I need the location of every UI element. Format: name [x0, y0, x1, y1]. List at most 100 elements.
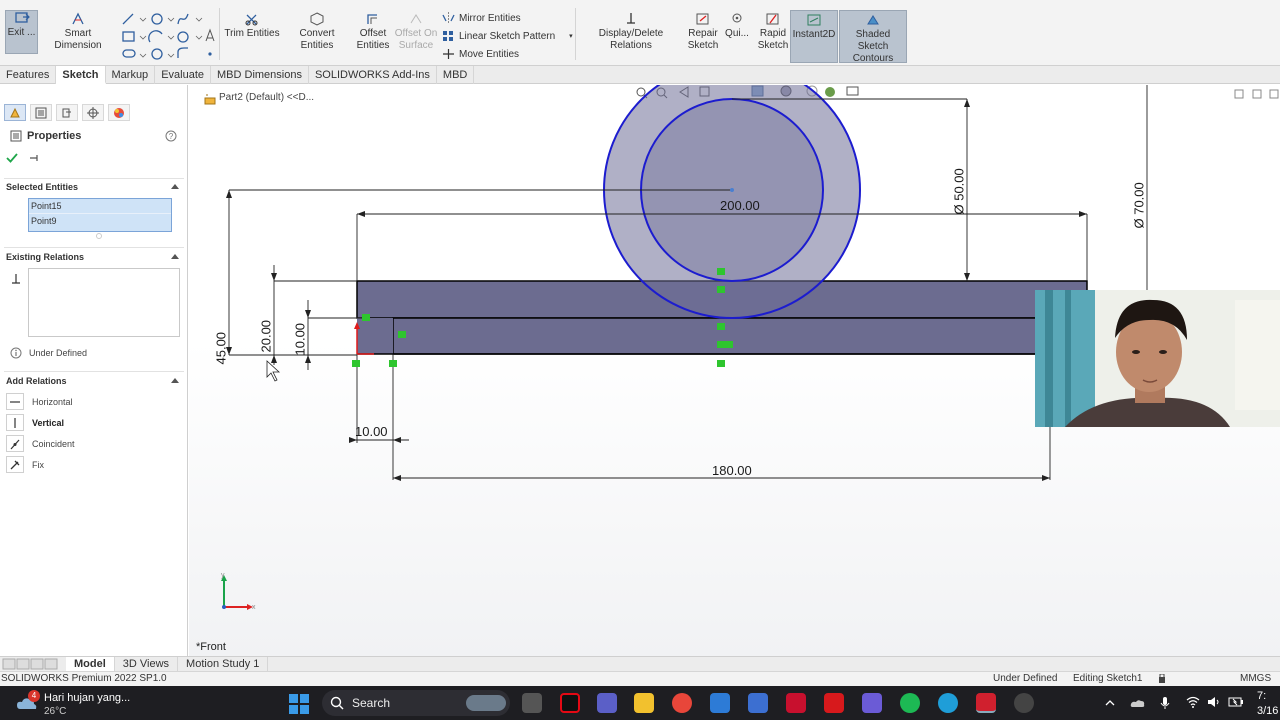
onedrive-cloud-icon[interactable] [1130, 697, 1146, 709]
help-icon[interactable]: ? [165, 130, 177, 142]
dimension-diameter-70[interactable]: Ø 70.00 [1132, 173, 1147, 228]
edge-icon[interactable] [938, 693, 958, 713]
offset-entities-button[interactable]: Offset Entities [354, 12, 392, 52]
sketch-state-text: Under Defined [993, 673, 1058, 684]
command-tabs: Features Sketch Markup Evaluate MBD Dime… [0, 66, 1280, 84]
repair-sketch-button[interactable]: Repair Sketch [686, 12, 720, 52]
dimension-45[interactable]: 45.00 [214, 323, 229, 365]
collapse-chevron-icon[interactable] [171, 378, 179, 383]
teams-icon[interactable] [597, 693, 617, 713]
linear-sketch-pattern-label: Linear Sketch Pattern [459, 30, 556, 42]
spline-icon[interactable] [177, 13, 189, 25]
tab-dimxpert-manager[interactable] [82, 104, 104, 121]
add-relation-horizontal[interactable]: Horizontal [6, 393, 73, 410]
smart-dimension-button[interactable]: Smart Dimension [40, 12, 116, 52]
trim-entities-button[interactable]: Trim Entities [224, 12, 280, 40]
selected-entities-list[interactable]: Point15 Point9 [28, 198, 172, 232]
instant2d-button[interactable]: Instant2D [790, 10, 838, 63]
ok-checkmark-icon[interactable] [6, 152, 18, 164]
mirror-entities-button[interactable]: Mirror Entities [442, 12, 521, 24]
list-item[interactable]: Point9 [29, 213, 171, 227]
tab-mbd[interactable]: MBD [437, 66, 475, 84]
pattern-dropdown-icon[interactable]: ▾ [569, 32, 573, 40]
taskbar-search[interactable]: Search [322, 690, 510, 716]
app-icon[interactable] [862, 693, 882, 713]
pin-icon[interactable] [28, 152, 40, 164]
resize-handle[interactable] [96, 233, 102, 239]
circle-icon[interactable] [151, 13, 163, 25]
dimension-10-vertical[interactable]: 10.00 [293, 314, 308, 356]
inner-shaft-profile[interactable] [392, 317, 1088, 355]
dimension-180[interactable]: 180.00 [712, 463, 752, 478]
tab-scroll-arrows[interactable] [2, 658, 60, 670]
tab-feature-manager[interactable] [4, 104, 26, 121]
clock-date[interactable]: 3/16 [1257, 705, 1278, 717]
existing-relations-list[interactable] [28, 268, 180, 337]
weather-badge: 4 [28, 690, 40, 702]
collapse-chevron-icon[interactable] [171, 184, 179, 189]
dimension-20[interactable]: 20.00 [259, 311, 274, 353]
add-relation-vertical[interactable]: Vertical [6, 414, 64, 431]
tab-model[interactable]: Model [66, 656, 115, 672]
list-item[interactable]: Point15 [29, 199, 171, 213]
windows-start-icon[interactable] [289, 694, 309, 714]
quick-snaps-button[interactable]: Qui... [723, 12, 751, 40]
chevron-up-icon[interactable] [1104, 697, 1116, 709]
arc-icon[interactable] [148, 30, 163, 43]
tab-markup[interactable]: Markup [106, 66, 156, 84]
convert-entities-button[interactable]: Convert Entities [282, 12, 352, 52]
tab-configuration-manager[interactable] [56, 104, 78, 121]
tab-property-manager[interactable] [30, 104, 52, 121]
display-delete-relations-button[interactable]: Display/Delete Relations [578, 12, 684, 52]
rectangle-icon[interactable] [122, 31, 135, 42]
app-l-icon[interactable] [824, 693, 844, 713]
relation-label: Fix [32, 459, 44, 470]
dimension-diameter-50[interactable]: Ø 50.00 [952, 159, 967, 214]
tab-3d-views[interactable]: 3D Views [115, 656, 179, 672]
app-icon[interactable] [1014, 693, 1034, 713]
units-indicator[interactable]: MMGS [1240, 673, 1271, 684]
file-explorer-icon[interactable] [634, 693, 654, 713]
line-icon[interactable] [122, 13, 134, 25]
rapid-sketch-button[interactable]: Rapid Sketch [756, 12, 790, 52]
linear-sketch-pattern-button[interactable]: Linear Sketch Pattern ▾ [442, 30, 573, 42]
battery-icon[interactable] [1228, 696, 1244, 708]
tab-mbd-dimensions[interactable]: MBD Dimensions [211, 66, 309, 84]
offset-on-surface-button[interactable]: Offset On Surface [394, 12, 438, 52]
wifi-icon[interactable] [1186, 696, 1200, 708]
dimension-10-horizontal[interactable]: 10.00 [355, 424, 388, 439]
chrome-icon[interactable] [672, 693, 692, 713]
shaded-sketch-contours-button[interactable]: Shaded Sketch Contours [839, 10, 907, 64]
add-relation-fix[interactable]: Fix [6, 456, 44, 473]
text-icon[interactable] [205, 28, 215, 42]
netflix-icon[interactable] [560, 693, 580, 713]
tab-evaluate[interactable]: Evaluate [155, 66, 211, 84]
dimension-200[interactable]: 200.00 [720, 198, 760, 213]
clock-time[interactable]: 7: [1257, 690, 1266, 702]
fillet-icon[interactable] [177, 47, 188, 58]
move-entities-button[interactable]: Move Entities [442, 48, 519, 60]
ellipse-icon[interactable] [177, 31, 189, 43]
add-relation-coincident[interactable]: Coincident [6, 435, 75, 452]
point-icon[interactable] [208, 52, 212, 56]
polygon-icon[interactable] [151, 48, 163, 60]
solidworks-taskbar-icon[interactable] [976, 693, 996, 713]
collapse-chevron-icon[interactable] [171, 254, 179, 259]
spotify-icon[interactable] [900, 693, 920, 713]
tab-solidworks-add-ins[interactable]: SOLIDWORKS Add-Ins [309, 66, 437, 84]
weather-text[interactable]: Hari hujan yang... [44, 692, 130, 704]
slot-icon[interactable] [122, 49, 136, 58]
speaker-icon[interactable] [1207, 696, 1221, 708]
microphone-icon[interactable] [1159, 696, 1171, 710]
exit-sketch-button[interactable]: Exit ... [5, 10, 38, 54]
tab-motion-study-1[interactable]: Motion Study 1 [178, 656, 269, 672]
task-view-icon[interactable] [522, 693, 542, 713]
tab-display-manager[interactable] [108, 104, 130, 121]
tab-sketch[interactable]: Sketch [56, 66, 106, 84]
app-icon[interactable] [748, 693, 768, 713]
rebuild-icon[interactable] [1158, 674, 1166, 684]
circle-center-point[interactable] [730, 188, 734, 192]
mcafee-icon[interactable] [786, 693, 806, 713]
tab-features[interactable]: Features [0, 66, 57, 84]
microsoft-store-icon[interactable] [710, 693, 730, 713]
